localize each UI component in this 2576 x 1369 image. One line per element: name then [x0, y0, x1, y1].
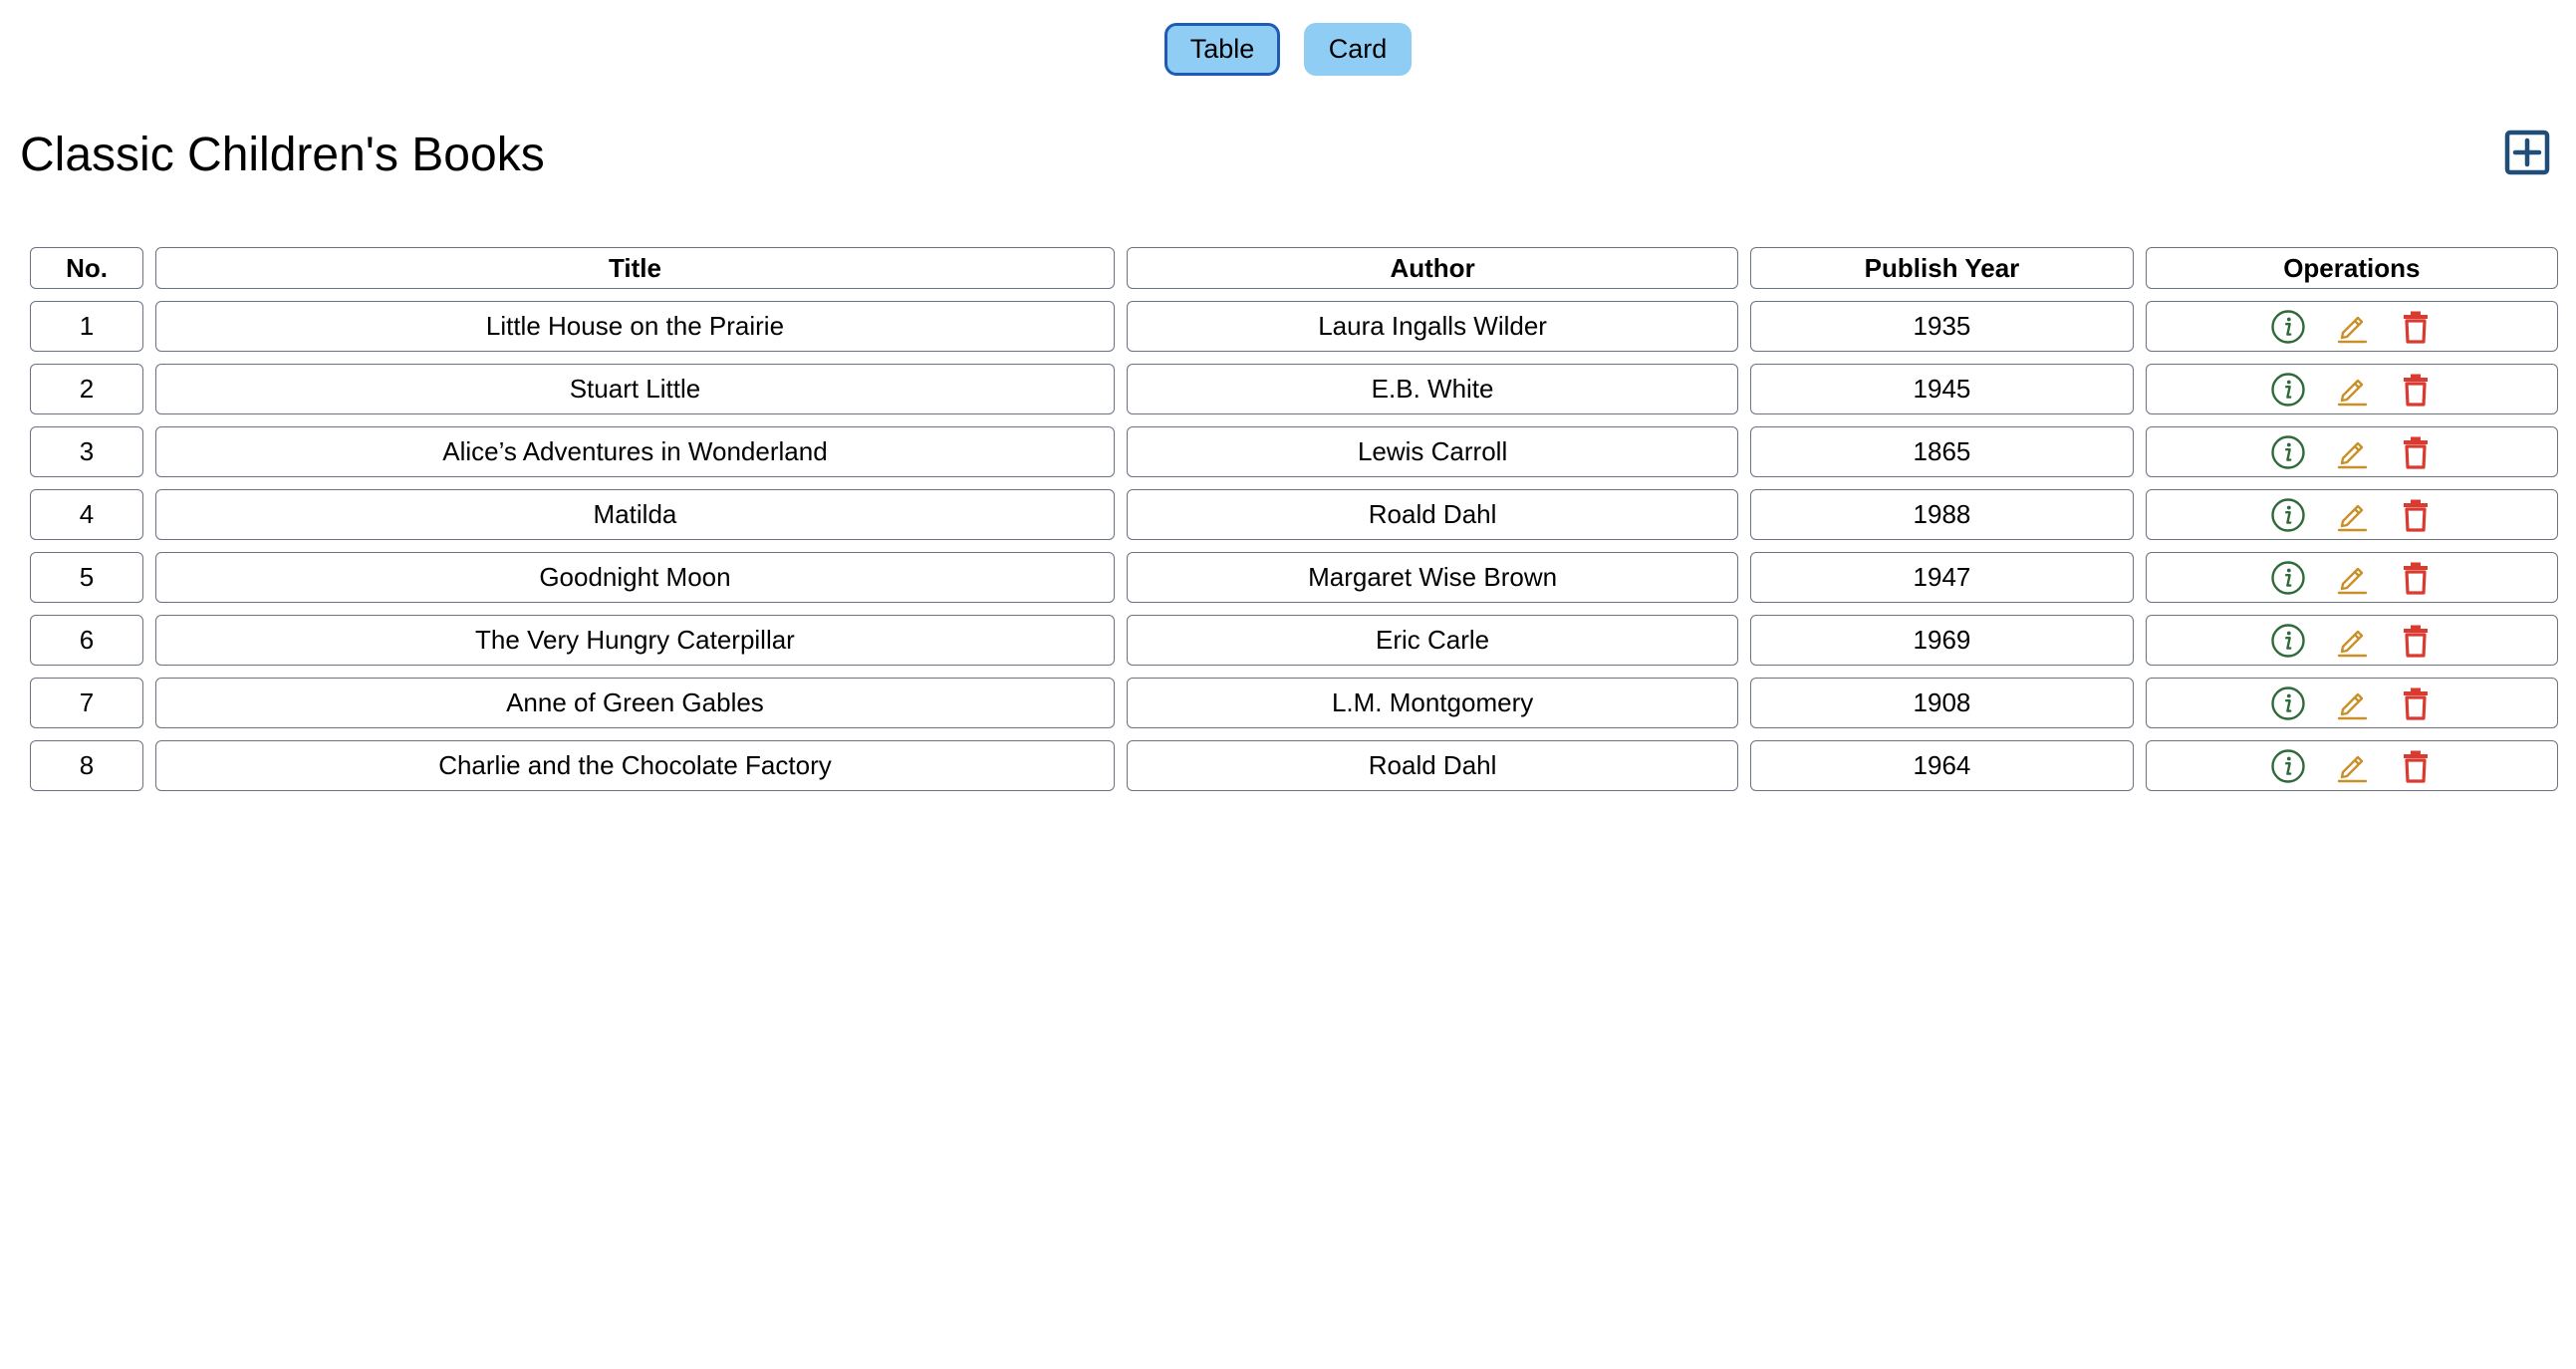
trash-icon[interactable]	[2398, 623, 2434, 659]
cell-author: E.B. White	[1126, 364, 1739, 414]
header-row: No. Title Author Publish Year Operations	[30, 247, 2558, 289]
pencil-edit-icon[interactable]	[2334, 685, 2370, 721]
operations-group	[2147, 497, 2557, 533]
info-circle-icon[interactable]	[2270, 685, 2306, 721]
cell-author: L.M. Montgomery	[1126, 678, 1739, 728]
trash-icon[interactable]	[2398, 434, 2434, 470]
page-title: Classic Children's Books	[20, 129, 545, 181]
cell-author: Margaret Wise Brown	[1126, 552, 1739, 603]
pencil-edit-icon[interactable]	[2334, 309, 2370, 345]
operations-group	[2147, 309, 2557, 345]
cell-no: 6	[30, 615, 144, 666]
cell-publish-year: 1947	[1750, 552, 2134, 603]
cell-operations	[2145, 678, 2558, 728]
cell-no: 2	[30, 364, 144, 414]
info-circle-icon[interactable]	[2270, 623, 2306, 659]
table-row: 1 Little House on the Prairie Laura Inga…	[30, 301, 2558, 352]
cell-operations	[2145, 489, 2558, 540]
cell-operations	[2145, 426, 2558, 477]
table-row: 5 Goodnight Moon Margaret Wise Brown 194…	[30, 552, 2558, 603]
table-header: No. Title Author Publish Year Operations	[30, 247, 2558, 289]
pencil-edit-icon[interactable]	[2334, 497, 2370, 533]
operations-group	[2147, 560, 2557, 596]
cell-operations	[2145, 301, 2558, 352]
cell-title: Anne of Green Gables	[155, 678, 1115, 728]
cell-publish-year: 1865	[1750, 426, 2134, 477]
cell-title: Alice’s Adventures in Wonderland	[155, 426, 1115, 477]
cell-operations	[2145, 740, 2558, 791]
cell-no: 4	[30, 489, 144, 540]
table-body: 1 Little House on the Prairie Laura Inga…	[30, 301, 2558, 791]
cell-operations	[2145, 552, 2558, 603]
operations-group	[2147, 372, 2557, 408]
trash-icon[interactable]	[2398, 309, 2434, 345]
table-row: 7 Anne of Green Gables L.M. Montgomery 1…	[30, 678, 2558, 728]
cell-author: Roald Dahl	[1126, 740, 1739, 791]
cell-no: 3	[30, 426, 144, 477]
table-row: 8 Charlie and the Chocolate Factory Roal…	[30, 740, 2558, 791]
info-circle-icon[interactable]	[2270, 372, 2306, 408]
table-row: 3 Alice’s Adventures in Wonderland Lewis…	[30, 426, 2558, 477]
cell-publish-year: 1935	[1750, 301, 2134, 352]
cell-publish-year: 1945	[1750, 364, 2134, 414]
operations-group	[2147, 623, 2557, 659]
trash-icon[interactable]	[2398, 560, 2434, 596]
books-table: No. Title Author Publish Year Operations…	[18, 235, 2570, 803]
cell-title: Little House on the Prairie	[155, 301, 1115, 352]
table-row: 2 Stuart Little E.B. White 1945	[30, 364, 2558, 414]
add-book-button[interactable]	[2504, 130, 2550, 175]
cell-title: Goodnight Moon	[155, 552, 1115, 603]
table-row: 6 The Very Hungry Caterpillar Eric Carle…	[30, 615, 2558, 666]
cell-operations	[2145, 364, 2558, 414]
cell-publish-year: 1908	[1750, 678, 2134, 728]
column-header-operations: Operations	[2145, 247, 2558, 289]
card-view-button[interactable]: Card	[1304, 23, 1412, 76]
column-header-title: Title	[155, 247, 1115, 289]
cell-operations	[2145, 615, 2558, 666]
cell-no: 5	[30, 552, 144, 603]
cell-no: 8	[30, 740, 144, 791]
pencil-edit-icon[interactable]	[2334, 434, 2370, 470]
table-row: 4 Matilda Roald Dahl 1988	[30, 489, 2558, 540]
cell-no: 1	[30, 301, 144, 352]
column-header-publish-year: Publish Year	[1750, 247, 2134, 289]
cell-publish-year: 1988	[1750, 489, 2134, 540]
info-circle-icon[interactable]	[2270, 309, 2306, 345]
cell-no: 7	[30, 678, 144, 728]
table-view-button[interactable]: Table	[1164, 23, 1280, 76]
info-circle-icon[interactable]	[2270, 497, 2306, 533]
trash-icon[interactable]	[2398, 497, 2434, 533]
view-toggle: Table Card	[0, 23, 2576, 76]
pencil-edit-icon[interactable]	[2334, 560, 2370, 596]
info-circle-icon[interactable]	[2270, 560, 2306, 596]
cell-title: Matilda	[155, 489, 1115, 540]
pencil-edit-icon[interactable]	[2334, 623, 2370, 659]
trash-icon[interactable]	[2398, 372, 2434, 408]
cell-author: Roald Dahl	[1126, 489, 1739, 540]
operations-group	[2147, 748, 2557, 784]
info-circle-icon[interactable]	[2270, 434, 2306, 470]
plus-square-icon	[2504, 130, 2550, 175]
cell-publish-year: 1969	[1750, 615, 2134, 666]
cell-publish-year: 1964	[1750, 740, 2134, 791]
trash-icon[interactable]	[2398, 748, 2434, 784]
trash-icon[interactable]	[2398, 685, 2434, 721]
cell-title: Charlie and the Chocolate Factory	[155, 740, 1115, 791]
info-circle-icon[interactable]	[2270, 748, 2306, 784]
cell-title: Stuart Little	[155, 364, 1115, 414]
column-header-author: Author	[1126, 247, 1739, 289]
operations-group	[2147, 685, 2557, 721]
column-header-no: No.	[30, 247, 144, 289]
cell-author: Laura Ingalls Wilder	[1126, 301, 1739, 352]
operations-group	[2147, 434, 2557, 470]
cell-author: Eric Carle	[1126, 615, 1739, 666]
pencil-edit-icon[interactable]	[2334, 372, 2370, 408]
cell-title: The Very Hungry Caterpillar	[155, 615, 1115, 666]
pencil-edit-icon[interactable]	[2334, 748, 2370, 784]
cell-author: Lewis Carroll	[1126, 426, 1739, 477]
